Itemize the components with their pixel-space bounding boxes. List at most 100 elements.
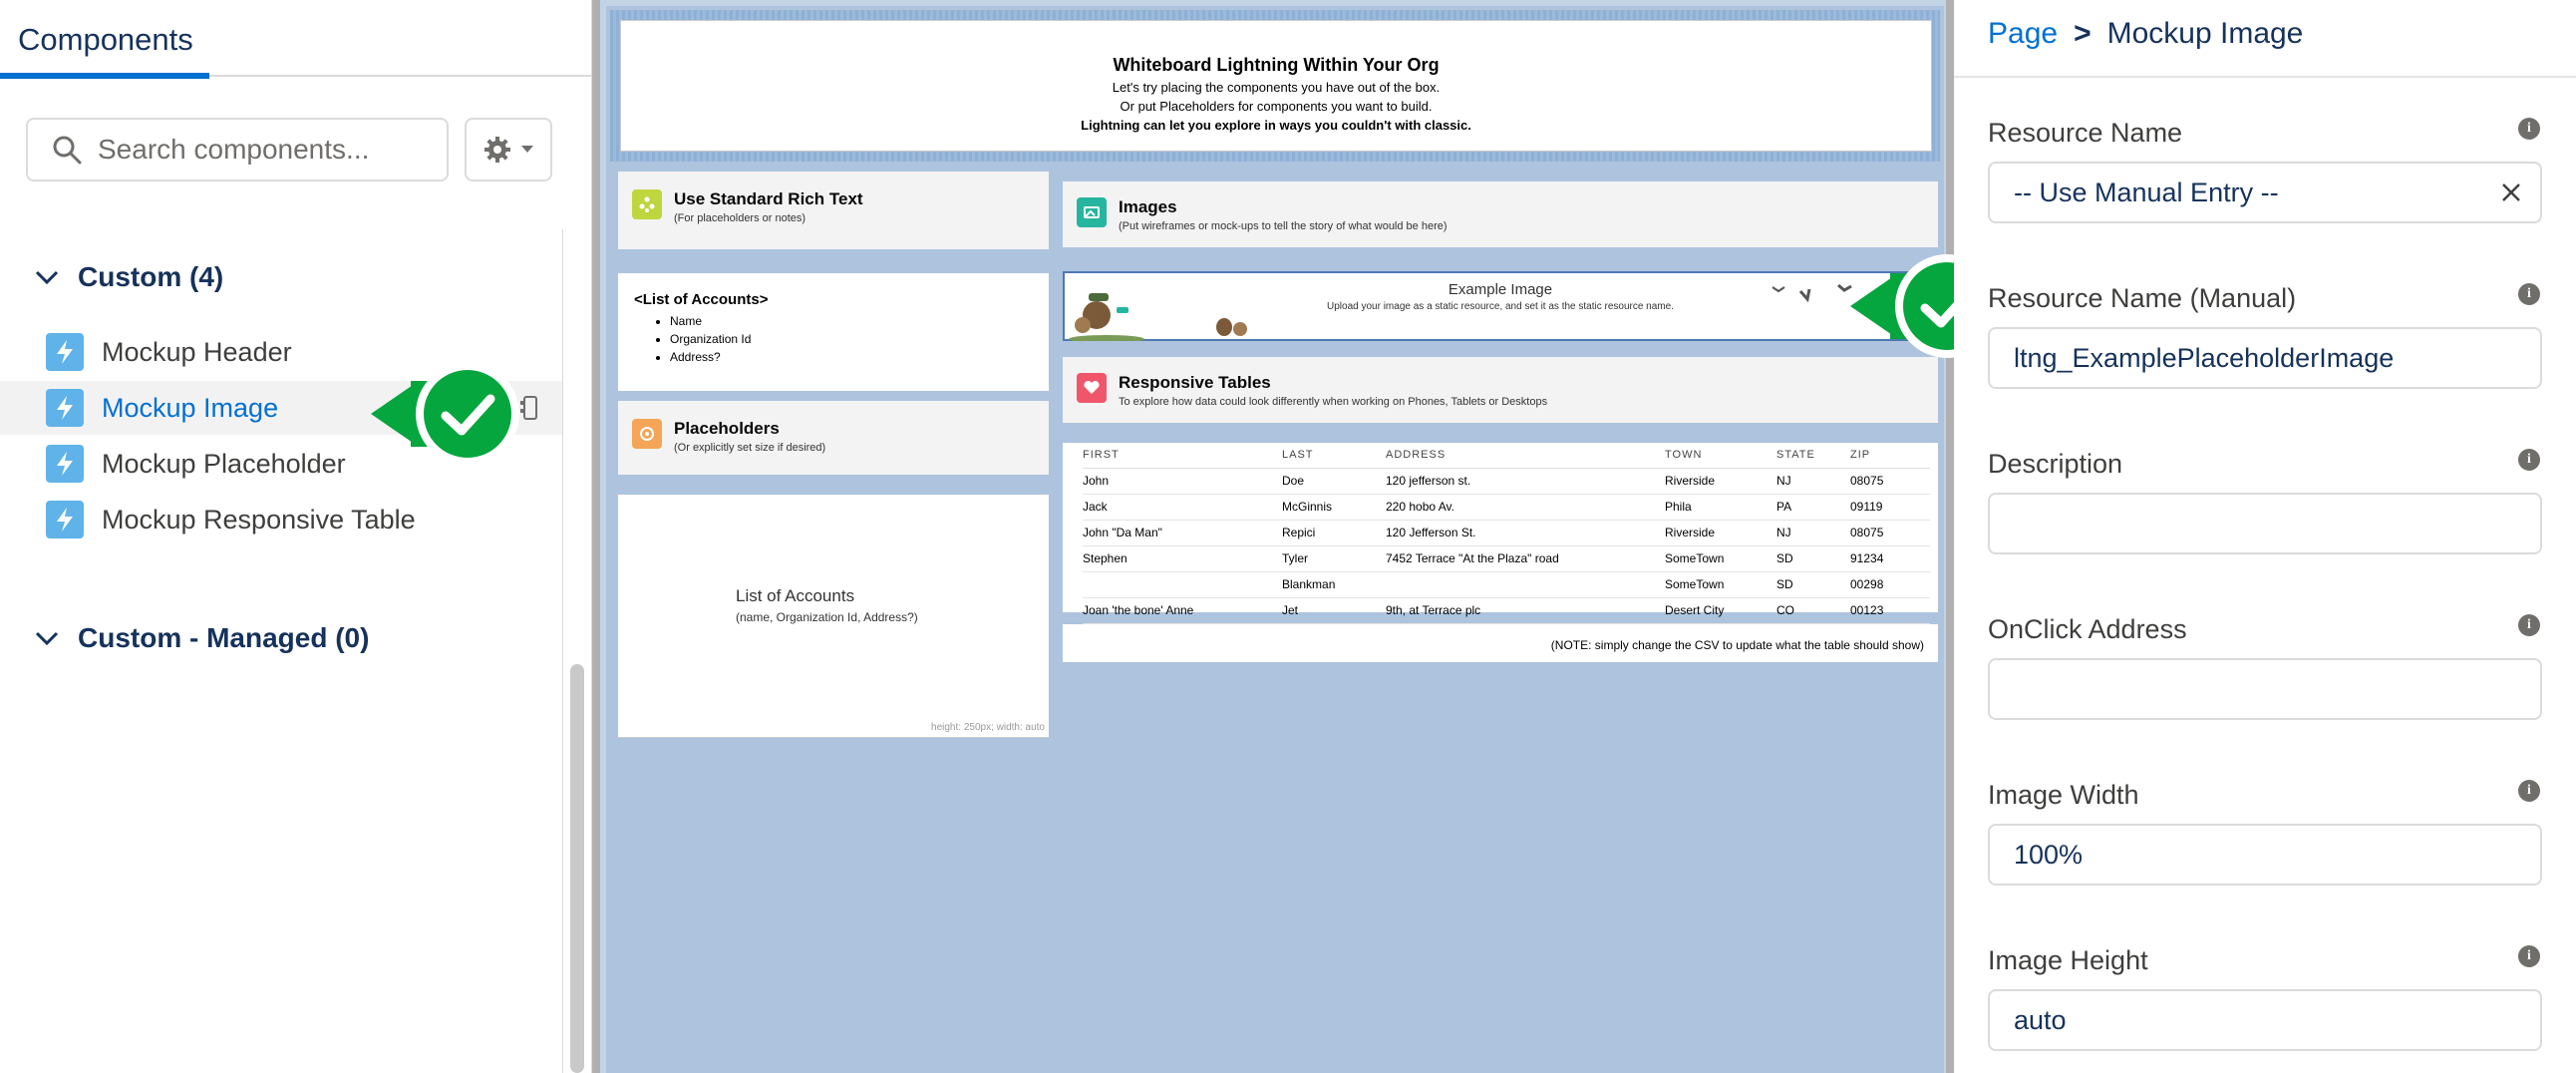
placeholder-title: List of Accounts xyxy=(736,586,855,605)
search-icon xyxy=(53,136,82,165)
managed-section-header[interactable]: Custom - Managed (0) xyxy=(34,622,369,654)
column-header[interactable]: FIRST xyxy=(1083,443,1282,469)
image-width-input[interactable]: 100% xyxy=(1988,824,2542,886)
table-cell: Riverside xyxy=(1665,520,1776,546)
table-cell: 91234 xyxy=(1850,545,1930,572)
placeholder-subtitle: (name, Organization Id, Address?) xyxy=(736,610,918,624)
table-cell: 9th, at Terrace plc xyxy=(1386,597,1665,624)
table-cell: Tyler xyxy=(1282,545,1386,572)
component-label: Mockup Image xyxy=(102,392,279,423)
table-row: Stephen Tyler 7452 Terrace "At the Plaza" … xyxy=(1083,545,1930,572)
lightning-bolt-icon xyxy=(46,501,84,538)
chevron-down-icon xyxy=(35,270,59,285)
component-label: Mockup Responsive Table xyxy=(102,504,416,535)
table-cell: 00123 xyxy=(1850,597,1930,624)
table-cell: Joan 'the bone' Anne xyxy=(1083,597,1282,624)
list-item: Organization Id xyxy=(670,330,1049,348)
custom-section-header[interactable]: Custom (4) xyxy=(34,261,223,293)
birds-illustration xyxy=(1771,283,1852,303)
table-cell: CO xyxy=(1776,597,1850,624)
resource-name-combobox[interactable]: -- Use Manual Entry -- xyxy=(1988,162,2542,223)
card-title: Placeholders xyxy=(674,419,780,438)
divider xyxy=(1954,76,2576,78)
component-label: Mockup Header xyxy=(102,336,292,367)
table-cell: NJ xyxy=(1776,468,1850,495)
image-height-input[interactable]: auto xyxy=(1988,989,2542,1051)
page-canvas: Whiteboard Lightning Within Your Org Let… xyxy=(592,0,1954,1073)
header-line: Or put Placeholders for components you w… xyxy=(1120,99,1433,114)
custom-section-label: Custom (4) xyxy=(78,261,224,292)
info-icon[interactable]: i xyxy=(2518,945,2540,967)
lightning-bolt-icon xyxy=(46,333,84,371)
settings-menu-button[interactable] xyxy=(465,118,552,181)
table-row: Joan 'the bone' Anne Jet 9th, at Terrace p… xyxy=(1083,597,1930,624)
breadcrumb-page-link[interactable]: Page xyxy=(1988,17,2058,51)
table-cell: 09119 xyxy=(1850,494,1930,521)
mockup-header-component[interactable]: Whiteboard Lightning Within Your Org Let… xyxy=(610,10,1940,162)
info-icon[interactable]: i xyxy=(2518,283,2540,305)
list-item: Address? xyxy=(670,348,1049,366)
components-panel: Components Custom (4) xyxy=(0,0,592,1073)
managed-section-label: Custom - Managed (0) xyxy=(78,622,370,653)
table-cell: 220 hobo Av. xyxy=(1386,494,1665,521)
table-row: John "Da Man" Repici 120 Jefferson St. Rive… xyxy=(1083,520,1930,546)
column-header[interactable]: LAST xyxy=(1282,443,1386,469)
placeholders-card-header[interactable]: Placeholders (Or explicitly set size if … xyxy=(618,401,1049,485)
description-input[interactable] xyxy=(1988,493,2542,554)
table-cell: SomeTown xyxy=(1665,545,1776,572)
table-cell: 120 Jefferson St. xyxy=(1386,520,1665,546)
table-cell: SD xyxy=(1776,545,1850,572)
info-icon[interactable]: i xyxy=(2518,449,2540,471)
field-label: Description xyxy=(1988,449,2123,479)
list-item: Name xyxy=(670,312,1049,330)
tab-components[interactable]: Components xyxy=(0,0,209,79)
column-header[interactable]: ZIP xyxy=(1850,443,1930,469)
table-cell: Desert City xyxy=(1665,597,1776,624)
rich-text-icon xyxy=(632,189,662,219)
gear-icon xyxy=(484,137,510,163)
search-input[interactable] xyxy=(98,134,437,166)
column-header[interactable]: TOWN xyxy=(1665,443,1776,469)
onclick-address-input[interactable] xyxy=(1988,658,2542,720)
example-image[interactable]: Example Image Upload your image as a sta… xyxy=(1063,271,1938,341)
table-cell: Phila xyxy=(1665,494,1776,521)
images-card-header[interactable]: Images (Put wireframes or mock-ups to te… xyxy=(1063,181,1938,257)
field-label: Image Height xyxy=(1988,945,2148,975)
table-cell: John xyxy=(1083,468,1282,495)
breadcrumb: Page > Mockup Image xyxy=(1988,16,2303,52)
table-cell xyxy=(1083,571,1282,598)
table-cell: Stephen xyxy=(1083,545,1282,572)
component-label: Mockup Placeholder xyxy=(102,448,346,479)
scrollbar-thumb[interactable] xyxy=(570,664,584,1073)
rich-text-body: <List of Accounts> Name Organization Id … xyxy=(618,273,1049,391)
close-icon[interactable] xyxy=(2498,179,2524,205)
resource-name-value: -- Use Manual Entry -- xyxy=(2014,177,2279,207)
table-cell: 00298 xyxy=(1850,571,1930,598)
column-header[interactable]: ADDRESS xyxy=(1386,443,1665,469)
card-title: Use Standard Rich Text xyxy=(674,189,863,208)
info-icon[interactable]: i xyxy=(2518,118,2540,140)
mascot-illustration xyxy=(1069,293,1144,341)
table-cell: SD xyxy=(1776,571,1850,598)
caret-down-icon xyxy=(521,146,533,153)
table-row: John Doe 120 jefferson st. Riverside NJ 08075 xyxy=(1083,468,1930,495)
table-cell: NJ xyxy=(1776,520,1850,546)
table-cell: Repici xyxy=(1282,520,1386,546)
table-cell: Jet xyxy=(1282,597,1386,624)
field-label: Image Width xyxy=(1988,780,2139,810)
mockup-header-box: Whiteboard Lightning Within Your Org Let… xyxy=(620,20,1932,152)
placeholder-box: List of Accounts (name, Organization Id,… xyxy=(618,495,1049,738)
card-subtitle: To explore how data could look different… xyxy=(1119,396,1548,408)
info-icon[interactable]: i xyxy=(2518,614,2540,636)
responsive-table-body: FIRST LAST ADDRESS TOWN STATE ZIP John Do… xyxy=(1063,443,1938,624)
resource-name-manual-input[interactable]: ltng_ExamplePlaceholderImage xyxy=(1988,327,2542,389)
tables-card-header[interactable]: Responsive Tables To explore how data co… xyxy=(1063,357,1938,433)
search-box[interactable] xyxy=(26,118,449,181)
field-label: OnClick Address xyxy=(1988,614,2187,644)
rich-text-card-header[interactable]: Use Standard Rich Text (For placeholders… xyxy=(618,172,1049,259)
column-header[interactable]: STATE xyxy=(1776,443,1850,469)
info-icon[interactable]: i xyxy=(2518,780,2540,802)
rich-text-list-title: <List of Accounts> xyxy=(634,291,769,308)
component-mockup-responsive-table[interactable]: Mockup Responsive Table xyxy=(0,493,562,546)
table-note: (NOTE: simply change the CSV to update w… xyxy=(1550,638,1924,652)
